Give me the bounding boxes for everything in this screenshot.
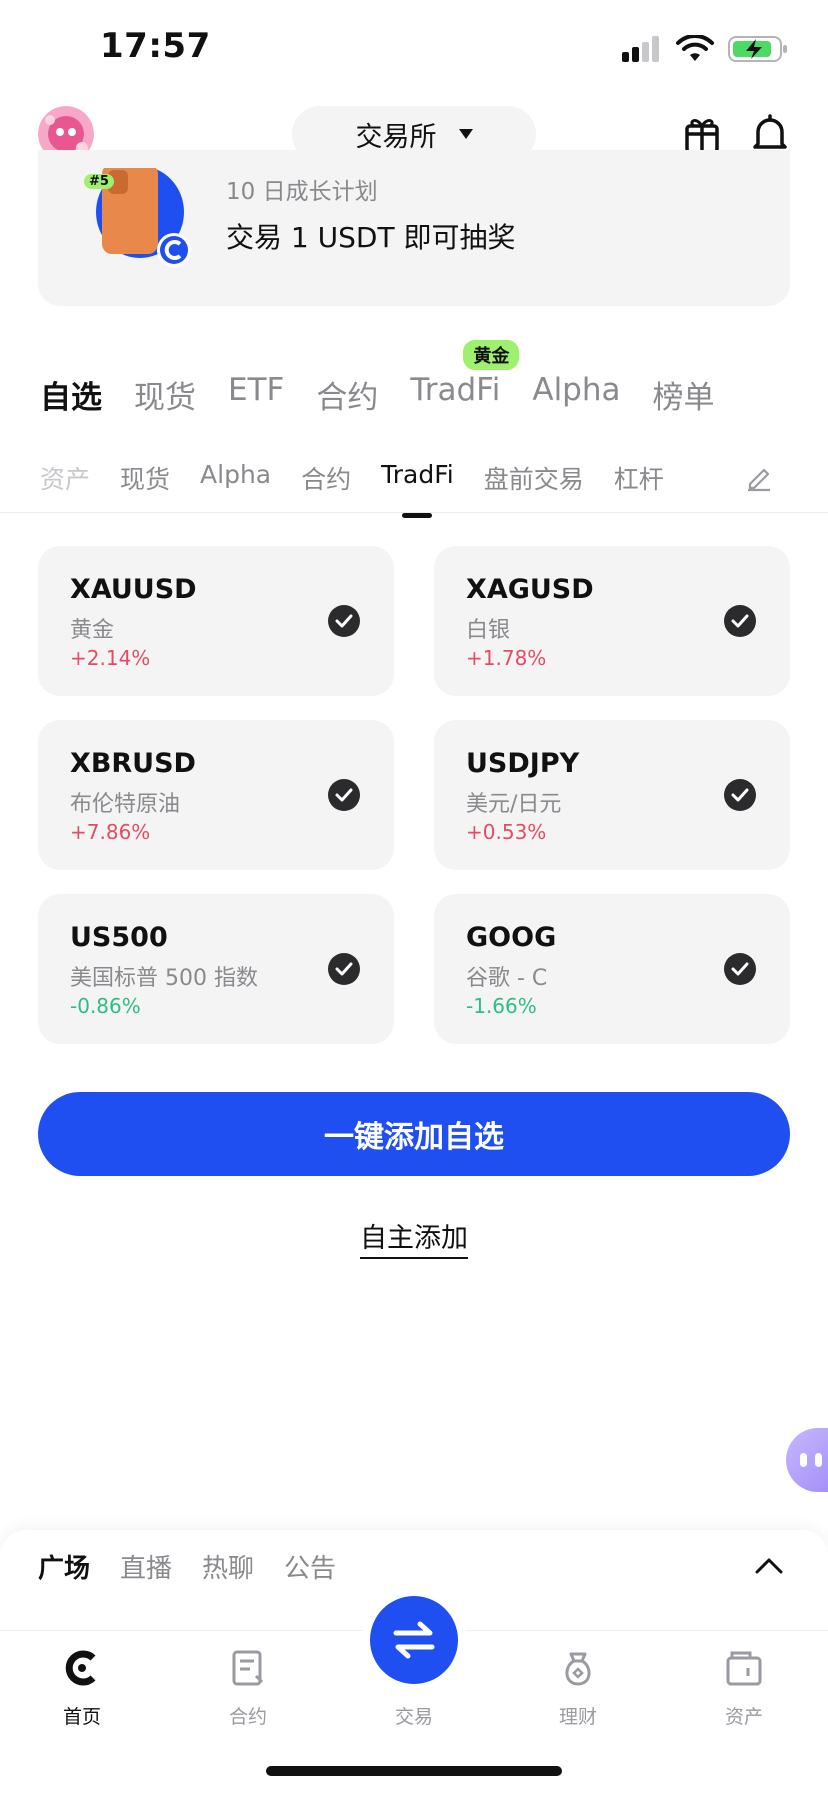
wifi-icon <box>676 35 714 61</box>
secondary-tabs: 资产 现货 Alpha 合约 TradFi 盘前交易 杠杆 <box>40 460 664 496</box>
add-manually-link[interactable]: 自主添加 <box>360 1216 468 1259</box>
trade-button[interactable] <box>370 1596 458 1684</box>
feed-tabs: 广场 直播 热聊 公告 <box>38 1548 336 1585</box>
asset-change: +7.86% <box>70 820 151 844</box>
asset-symbol: XAGUSD <box>466 574 594 605</box>
tab-favorites[interactable]: 自选 <box>40 372 102 417</box>
check-icon[interactable] <box>724 779 756 811</box>
promo-subtitle: 10 日成长计划 <box>226 179 378 205</box>
tab-tradfi-label: TradFi <box>410 372 501 408</box>
feed-tab-live[interactable]: 直播 <box>120 1548 172 1585</box>
wallet-icon <box>724 1648 764 1688</box>
asset-card-usdjpy[interactable]: USDJPY 美元/日元 +0.53% <box>434 720 790 870</box>
asset-card-xbrusd[interactable]: XBRUSD 布伦特原油 +7.86% <box>38 720 394 870</box>
asset-change: +2.14% <box>70 646 151 670</box>
asset-card-goog[interactable]: GOOG 谷歌 - C -1.66% <box>434 894 790 1044</box>
subtab-assets[interactable]: 资产 <box>40 460 90 496</box>
primary-tabs: 自选 现货 ETF 合约 TradFi 黄金 Alpha 榜单 <box>40 340 715 417</box>
edit-icon[interactable] <box>744 462 774 492</box>
nav-home[interactable]: 首页 <box>22 1648 142 1729</box>
asset-symbol: USDJPY <box>466 748 580 779</box>
asset-change: -0.86% <box>70 994 141 1018</box>
feed-tab-chat[interactable]: 热聊 <box>202 1548 254 1585</box>
nav-assets-label: 资产 <box>724 1706 763 1728</box>
tab-spot[interactable]: 现货 <box>134 372 196 417</box>
feed-tab-square[interactable]: 广场 <box>38 1548 90 1585</box>
asset-name: 谷歌 - C <box>466 966 548 991</box>
asset-symbol: US500 <box>70 922 168 953</box>
home-icon <box>62 1648 102 1688</box>
asset-card-xagusd[interactable]: XAGUSD 白银 +1.78% <box>434 546 790 696</box>
add-all-favorites-button[interactable]: 一键添加自选 <box>38 1092 790 1176</box>
check-icon[interactable] <box>328 779 360 811</box>
subtab-premarket[interactable]: 盘前交易 <box>484 460 584 496</box>
nav-assets[interactable]: 资产 <box>684 1648 804 1729</box>
asset-change: -1.66% <box>466 994 537 1018</box>
asset-card-us500[interactable]: US500 美国标普 500 指数 -0.86% <box>38 894 394 1044</box>
gold-badge: 黄金 <box>463 340 520 370</box>
battery-icon <box>728 36 787 62</box>
earn-icon <box>558 1648 598 1688</box>
asset-symbol: GOOG <box>466 922 557 953</box>
asset-name: 美国标普 500 指数 <box>70 966 258 991</box>
tab-alpha[interactable]: Alpha <box>532 372 620 417</box>
status-icons <box>622 32 788 66</box>
swap-icon <box>393 1621 435 1659</box>
tabs-divider <box>0 512 828 513</box>
subtab-tradfi[interactable]: TradFi <box>381 460 454 496</box>
signal-icon <box>622 36 659 62</box>
subtab-futures[interactable]: 合约 <box>301 460 351 496</box>
asset-name: 黄金 <box>70 618 115 643</box>
tab-tradfi[interactable]: TradFi 黄金 <box>410 340 520 417</box>
subtab-margin[interactable]: 杠杆 <box>614 460 664 496</box>
asset-change: +0.53% <box>466 820 547 844</box>
exchange-label: 交易所 <box>355 121 437 153</box>
asset-name: 布伦特原油 <box>70 792 181 817</box>
tab-rankings[interactable]: 榜单 <box>653 372 715 417</box>
tab-etf[interactable]: ETF <box>228 372 284 417</box>
status-time: 17:57 <box>100 26 211 66</box>
tab-futures[interactable]: 合约 <box>316 372 378 417</box>
assistant-bubble[interactable] <box>786 1428 828 1492</box>
asset-name: 白银 <box>466 618 511 643</box>
subtab-spot[interactable]: 现货 <box>120 460 170 496</box>
home-indicator <box>266 1766 562 1776</box>
feed-tab-announcements[interactable]: 公告 <box>284 1548 336 1585</box>
caret-down-icon <box>458 129 473 139</box>
check-icon[interactable] <box>328 953 360 985</box>
chevron-up-icon[interactable] <box>754 1554 784 1576</box>
check-icon[interactable] <box>724 953 756 985</box>
asset-symbol: XAUUSD <box>70 574 197 605</box>
futures-icon <box>228 1648 268 1688</box>
subtab-alpha[interactable]: Alpha <box>200 460 271 496</box>
asset-card-xauusd[interactable]: XAUUSD 黄金 +2.14% <box>38 546 394 696</box>
nav-futures-label: 合约 <box>228 1706 267 1728</box>
promo-badge: #5 <box>84 174 114 189</box>
asset-symbol: XBRUSD <box>70 748 196 779</box>
nav-futures[interactable]: 合约 <box>188 1648 308 1729</box>
check-icon[interactable] <box>724 605 756 637</box>
promo-title: 交易 1 USDT 即可抽奖 <box>226 221 516 254</box>
asset-name: 美元/日元 <box>466 792 562 817</box>
nav-earn[interactable]: 理财 <box>518 1648 638 1729</box>
nav-home-label: 首页 <box>62 1706 101 1728</box>
check-icon[interactable] <box>328 605 360 637</box>
asset-change: +1.78% <box>466 646 547 670</box>
nav-trade-label: 交易 <box>394 1706 433 1728</box>
nav-earn-label: 理财 <box>558 1706 597 1728</box>
